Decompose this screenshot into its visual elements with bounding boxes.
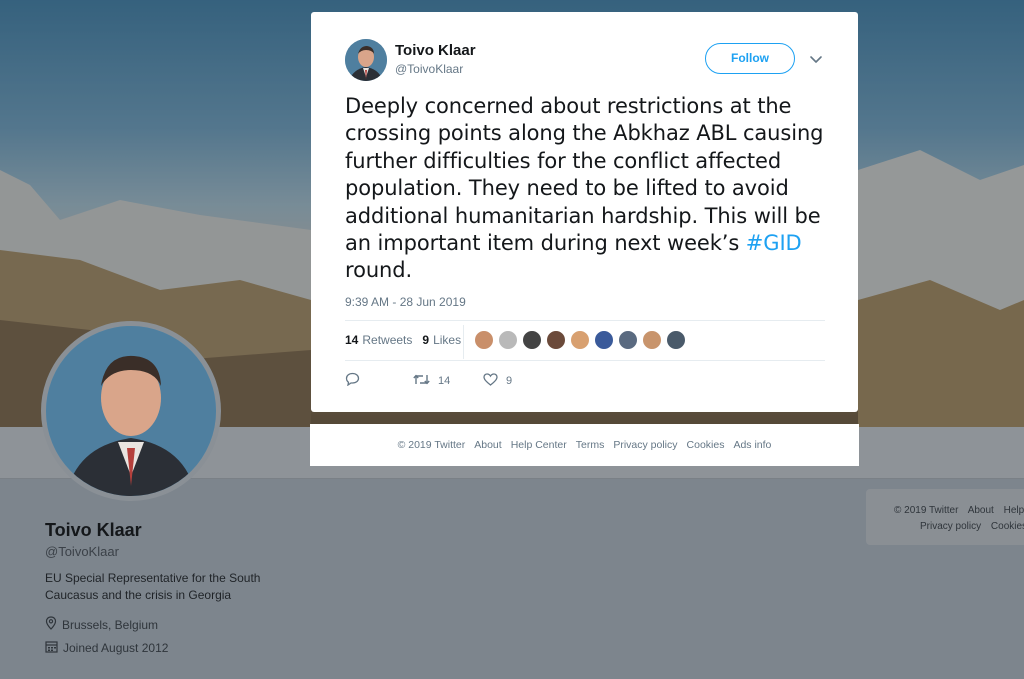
liker-avatar[interactable] bbox=[570, 330, 590, 350]
side-footer-privacy-link[interactable]: Privacy policy bbox=[920, 521, 981, 532]
calendar-icon bbox=[45, 640, 58, 656]
footer-link[interactable]: Cookies bbox=[687, 439, 725, 451]
divider bbox=[345, 360, 825, 361]
retweets-stat[interactable]: 14 Retweets bbox=[345, 333, 412, 347]
tweet-modal: Toivo Klaar @ToivoKlaar Follow Deeply co… bbox=[311, 12, 858, 412]
liker-avatar[interactable] bbox=[594, 330, 614, 350]
footer-link[interactable]: Terms bbox=[576, 439, 605, 451]
likes-label: Likes bbox=[433, 333, 462, 347]
reply-icon bbox=[345, 372, 360, 389]
profile-name[interactable]: Toivo Klaar bbox=[45, 520, 142, 541]
tweet-text: Deeply concerned about restrictions at t… bbox=[345, 93, 835, 285]
tweet-timestamp[interactable]: 9:39 AM - 28 Jun 2019 bbox=[345, 295, 466, 309]
footer-link[interactable]: Privacy policy bbox=[613, 439, 677, 451]
liker-avatar[interactable] bbox=[522, 330, 542, 350]
likes-count: 9 bbox=[422, 333, 430, 347]
likes-stat[interactable]: 9 Likes bbox=[422, 333, 461, 347]
tweet-author-handle[interactable]: @ToivoKlaar bbox=[395, 62, 463, 76]
modal-footer: © 2019 Twitter About Help Center Terms Priva… bbox=[310, 424, 859, 466]
tweet-actions: 14 9 bbox=[345, 372, 512, 389]
liker-avatar[interactable] bbox=[618, 330, 638, 350]
location-pin-icon bbox=[45, 616, 57, 633]
hashtag-link[interactable]: #GID bbox=[746, 231, 802, 255]
chevron-down-icon[interactable] bbox=[809, 52, 823, 66]
profile-handle[interactable]: @ToivoKlaar bbox=[45, 544, 119, 559]
heart-icon bbox=[483, 372, 498, 389]
like-count: 9 bbox=[506, 374, 513, 387]
side-footer-about-link[interactable]: About bbox=[968, 505, 994, 516]
liker-avatar[interactable] bbox=[474, 330, 494, 350]
footer-copyright: © 2019 Twitter bbox=[397, 439, 466, 451]
profile-avatar[interactable] bbox=[41, 321, 221, 501]
follow-button[interactable]: Follow bbox=[705, 43, 795, 74]
tweet-text-end: round. bbox=[345, 258, 413, 283]
stats-divider bbox=[463, 325, 464, 359]
retweet-count: 14 bbox=[438, 374, 451, 387]
reply-button[interactable] bbox=[345, 372, 413, 389]
footer-link[interactable]: Help Center bbox=[511, 439, 567, 451]
tweet-author-name[interactable]: Toivo Klaar bbox=[395, 42, 476, 59]
side-footer-cookies-link[interactable]: Cookies bbox=[991, 521, 1024, 532]
location-label: Brussels, Belgium bbox=[62, 617, 159, 632]
liker-avatar[interactable] bbox=[546, 330, 566, 350]
footer-link[interactable]: About bbox=[474, 439, 501, 451]
tweet-stats: 14 Retweets 9 Likes bbox=[345, 333, 471, 347]
likers-avatar-list bbox=[474, 330, 686, 350]
divider bbox=[345, 320, 825, 321]
retweet-icon bbox=[413, 373, 430, 389]
liker-avatar[interactable] bbox=[642, 330, 662, 350]
side-footer-copyright: © 2019 Twitter bbox=[894, 505, 959, 516]
retweets-count: 14 bbox=[345, 333, 359, 347]
liker-avatar[interactable] bbox=[498, 330, 518, 350]
retweet-button[interactable]: 14 bbox=[413, 373, 483, 389]
join-date-label: Joined August 2012 bbox=[63, 641, 169, 655]
retweets-label: Retweets bbox=[362, 333, 413, 347]
tweet-author-avatar[interactable] bbox=[345, 39, 387, 81]
like-button[interactable]: 9 bbox=[483, 372, 513, 389]
footer-link[interactable]: Ads info bbox=[733, 439, 771, 451]
profile-location: Brussels, Belgium bbox=[45, 616, 158, 633]
side-footer-help-link[interactable]: Help bbox=[1004, 505, 1024, 516]
profile-join-date: Joined August 2012 bbox=[45, 640, 168, 656]
profile-bio: EU Special Representative for the South … bbox=[45, 571, 261, 602]
side-footer: © 2019 Twitter About Help Privacy policy… bbox=[866, 489, 1024, 545]
liker-avatar[interactable] bbox=[666, 330, 686, 350]
